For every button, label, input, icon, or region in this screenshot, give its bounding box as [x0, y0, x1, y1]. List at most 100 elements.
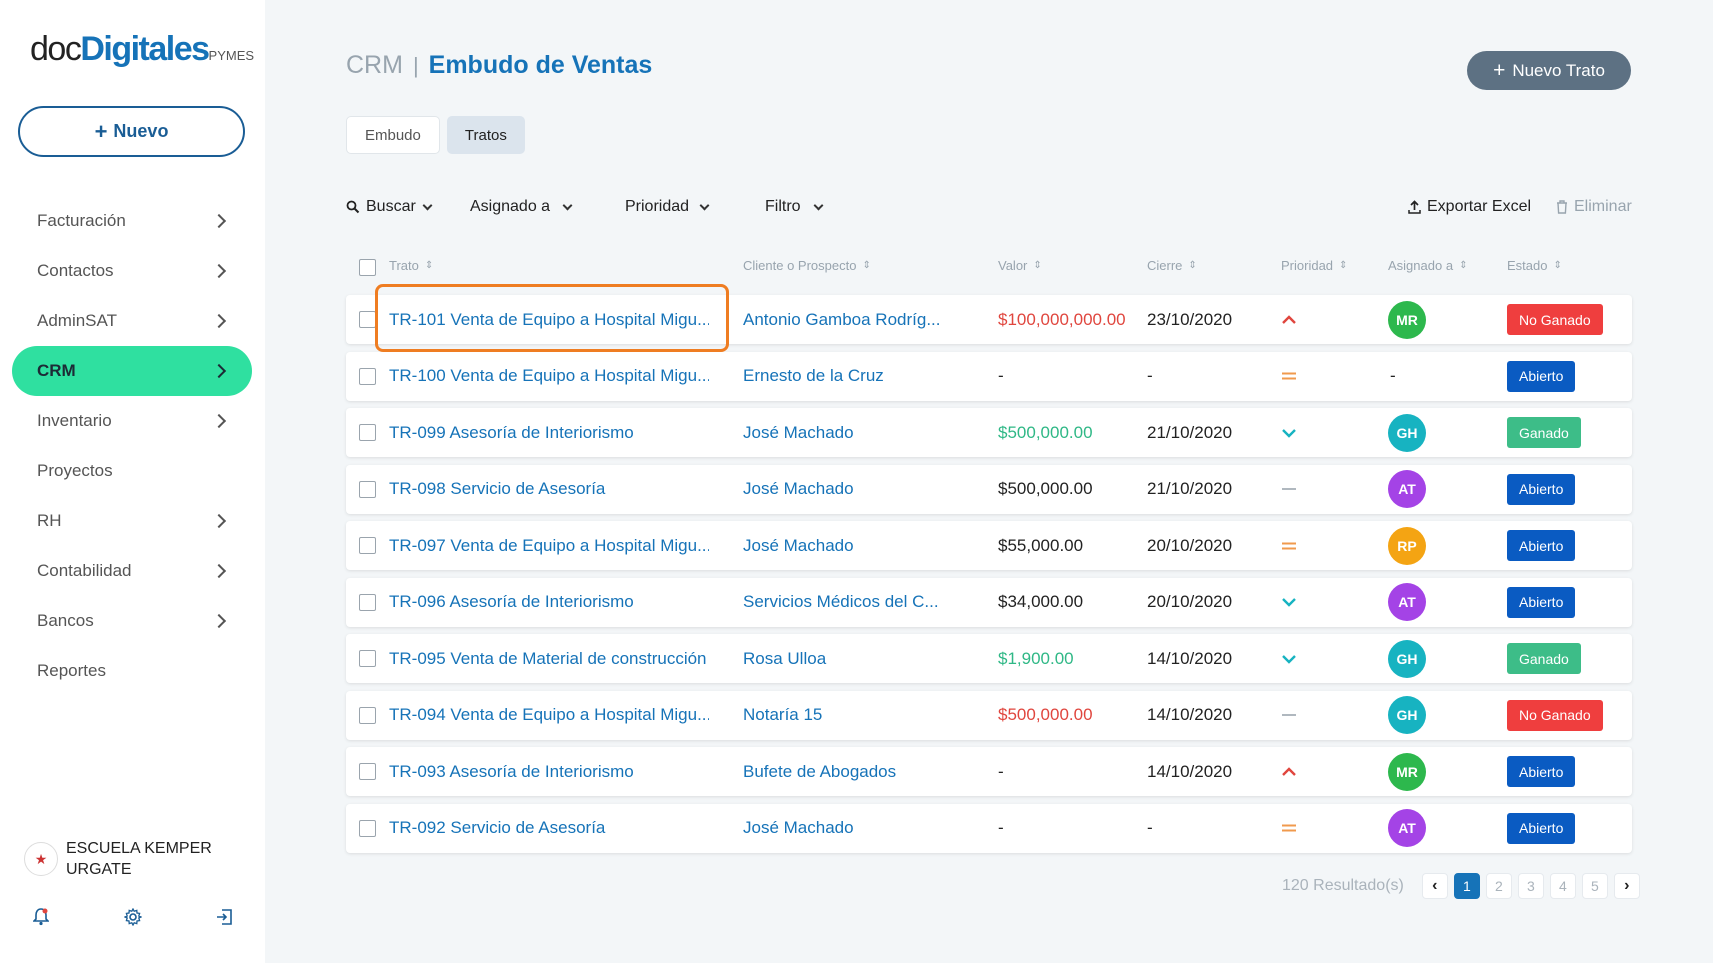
sidebar-item-bancos[interactable]: Bancos — [12, 596, 252, 646]
sidebar-item-facturacion[interactable]: Facturación — [12, 196, 252, 246]
assignee[interactable]: MR — [1388, 747, 1468, 796]
assignee[interactable]: RP — [1388, 521, 1468, 570]
row-checkbox[interactable] — [359, 367, 376, 385]
table-row[interactable]: TR-095 Venta de Material de construcción… — [346, 634, 1632, 683]
app-logo[interactable]: docDigitalesPYMES — [30, 30, 254, 69]
column-header-estado[interactable]: Estado ⇕ — [1507, 258, 1562, 273]
next-page-button[interactable]: › — [1613, 873, 1640, 899]
column-header-valor[interactable]: Valor ⇕ — [998, 258, 1042, 273]
table-row[interactable]: TR-094 Venta de Equipo a Hospital Migu..… — [346, 690, 1632, 740]
deal-link[interactable]: TR-092 Servicio de Asesoría — [389, 804, 709, 853]
status-badge[interactable]: Ganado — [1507, 417, 1581, 448]
table-row[interactable]: TR-101 Venta de Equipo a Hospital Migu..… — [346, 295, 1632, 344]
client-link[interactable]: Servicios Médicos del C... — [743, 578, 983, 627]
client-link[interactable]: Bufete de Abogados — [743, 747, 983, 796]
row-checkbox[interactable] — [359, 593, 376, 611]
client-link[interactable]: Notaría 15 — [743, 691, 983, 740]
assignee[interactable]: AT — [1388, 804, 1468, 853]
status-badge[interactable]: Abierto — [1507, 586, 1576, 618]
deal-link[interactable]: TR-101 Venta de Equipo a Hospital Migu..… — [389, 295, 709, 344]
prev-page-button[interactable]: ‹ — [1421, 873, 1448, 899]
status-badge[interactable]: No Ganado — [1507, 304, 1603, 335]
bell-icon[interactable] — [30, 908, 52, 931]
table-row[interactable]: TR-100 Venta de Equipo a Hospital Migu..… — [346, 351, 1632, 401]
row-checkbox[interactable] — [359, 706, 376, 724]
breadcrumb-root[interactable]: CRM — [346, 51, 403, 80]
row-checkbox[interactable] — [359, 311, 376, 328]
deal-link[interactable]: TR-095 Venta de Material de construcción — [389, 634, 709, 683]
status-badge[interactable]: No Ganado — [1507, 699, 1603, 731]
client-link[interactable]: José Machado — [743, 521, 983, 570]
status-badge[interactable]: Abierto — [1507, 530, 1576, 561]
company-info[interactable]: ★ ESCUELA KEMPER URGATE — [24, 838, 236, 880]
client-link[interactable]: Ernesto de la Cruz — [743, 352, 983, 401]
table-row[interactable]: TR-093 Asesoría de Interiorismo Bufete de… — [346, 747, 1632, 796]
status-badge[interactable]: Abierto — [1507, 473, 1576, 505]
table-row[interactable]: TR-097 Venta de Equipo a Hospital Migu..… — [346, 521, 1632, 570]
assignee[interactable]: MR — [1388, 295, 1468, 344]
new-deal-button[interactable]: + Nuevo Trato — [1467, 51, 1631, 90]
status-badge[interactable]: Abierto — [1507, 756, 1576, 787]
column-header-prioridad[interactable]: Prioridad ⇕ — [1281, 258, 1347, 273]
select-all-checkbox[interactable] — [359, 259, 376, 276]
status-badge[interactable]: Ganado — [1507, 643, 1581, 674]
sidebar-item-reportes[interactable]: Reportes — [12, 646, 252, 696]
assignee[interactable]: AT — [1388, 465, 1468, 514]
assignee[interactable]: GH — [1388, 691, 1468, 740]
status-badge[interactable]: Abierto — [1507, 360, 1576, 392]
tab-tratos[interactable]: Tratos — [446, 116, 525, 154]
search-dropdown[interactable]: Buscar — [346, 196, 433, 218]
table-row[interactable]: TR-099 Asesoría de Interiorismo José Mach… — [346, 408, 1632, 457]
column-header-trato[interactable]: Trato ⇕ — [389, 258, 433, 273]
row-checkbox[interactable] — [359, 763, 376, 780]
deal-link[interactable]: TR-096 Asesoría de Interiorismo — [389, 578, 709, 627]
row-checkbox[interactable] — [359, 480, 376, 498]
deal-link[interactable]: TR-099 Asesoría de Interiorismo — [389, 408, 709, 457]
client-link[interactable]: José Machado — [743, 408, 983, 457]
sidebar-item-proyectos[interactable]: Proyectos — [12, 446, 252, 496]
deal-link[interactable]: TR-097 Venta de Equipo a Hospital Migu..… — [389, 521, 709, 570]
table-row[interactable]: TR-096 Asesoría de Interiorismo Servicios… — [346, 577, 1632, 627]
assigned-dropdown[interactable]: Asignado a — [470, 196, 573, 218]
new-button[interactable]: + Nuevo — [18, 106, 245, 157]
page-button-3[interactable]: 3 — [1517, 873, 1544, 899]
row-checkbox[interactable] — [359, 650, 376, 667]
sidebar-item-rh[interactable]: RH — [12, 496, 252, 546]
tab-embudo[interactable]: Embudo — [346, 116, 440, 154]
assignee[interactable]: GH — [1388, 408, 1468, 457]
sidebar-item-contactos[interactable]: Contactos — [12, 246, 252, 296]
deal-link[interactable]: TR-098 Servicio de Asesoría — [389, 465, 709, 514]
client-link[interactable]: José Machado — [743, 465, 983, 514]
column-header-cierre[interactable]: Cierre ⇕ — [1147, 258, 1197, 273]
page-button-1[interactable]: 1 — [1453, 873, 1480, 899]
sidebar-item-contabilidad[interactable]: Contabilidad — [12, 546, 252, 596]
table-row[interactable]: TR-092 Servicio de Asesoría José Machado -… — [346, 803, 1632, 853]
page-button-4[interactable]: 4 — [1549, 873, 1576, 899]
assignee[interactable]: GH — [1388, 634, 1468, 683]
sidebar-item-crm[interactable]: CRM — [12, 346, 252, 396]
delete-button[interactable]: Eliminar — [1556, 196, 1632, 218]
client-link[interactable]: Antonio Gamboa Rodríg... — [743, 295, 983, 344]
sidebar-item-inventario[interactable]: Inventario — [12, 396, 252, 446]
table-row[interactable]: TR-098 Servicio de Asesoría José Machado $… — [346, 464, 1632, 514]
deal-link[interactable]: TR-094 Venta de Equipo a Hospital Migu..… — [389, 691, 709, 740]
assignee[interactable]: - — [1388, 352, 1468, 401]
column-header-asignado[interactable]: Asignado a ⇕ — [1388, 258, 1467, 273]
deal-link[interactable]: TR-100 Venta de Equipo a Hospital Migu..… — [389, 352, 709, 401]
row-checkbox[interactable] — [359, 424, 376, 441]
sidebar-item-adminsat[interactable]: AdminSAT — [12, 296, 252, 346]
priority-dropdown[interactable]: Prioridad — [625, 196, 710, 218]
client-link[interactable]: Rosa Ulloa — [743, 634, 983, 683]
client-link[interactable]: José Machado — [743, 804, 983, 853]
gear-icon[interactable] — [122, 907, 144, 931]
status-badge[interactable]: Abierto — [1507, 812, 1576, 844]
export-excel-button[interactable]: Exportar Excel — [1408, 196, 1531, 218]
column-header-cliente[interactable]: Cliente o Prospecto ⇕ — [743, 258, 871, 273]
deal-link[interactable]: TR-093 Asesoría de Interiorismo — [389, 747, 709, 796]
row-checkbox[interactable] — [359, 537, 376, 554]
filter-dropdown[interactable]: Filtro — [765, 196, 824, 218]
page-button-2[interactable]: 2 — [1485, 873, 1512, 899]
row-checkbox[interactable] — [359, 819, 376, 837]
assignee[interactable]: AT — [1388, 578, 1468, 627]
page-button-5[interactable]: 5 — [1581, 873, 1608, 899]
